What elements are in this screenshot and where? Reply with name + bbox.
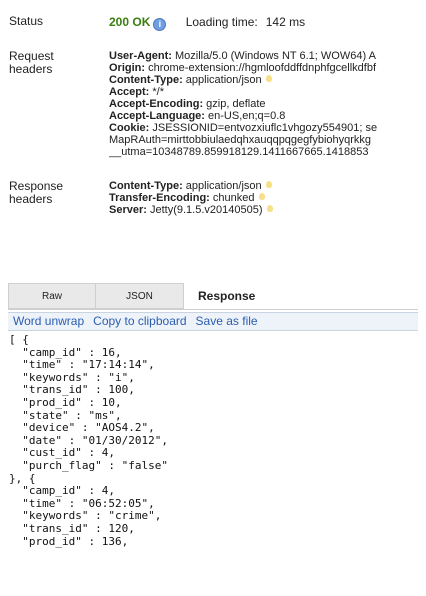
code-line: "trans_id" : 120,: [9, 521, 135, 535]
header-value: chrome-extension://hgmloofddffdnphfgcell…: [145, 62, 376, 74]
code-line: [ {: [9, 333, 29, 346]
header-value: en-US,en;q=0.8: [204, 110, 286, 122]
header-key: Accept:: [109, 86, 150, 98]
info-icon[interactable]: i: [153, 18, 167, 31]
header-line: Transfer-Encoding: chunked: [109, 192, 426, 204]
response-toolbar: Word unwrap Copy to clipboard Save as file: [8, 312, 418, 331]
word-unwrap-link[interactable]: Word unwrap: [13, 314, 84, 328]
code-line: "purch_flag" : "false": [9, 458, 168, 472]
header-value: chunked: [209, 192, 255, 204]
code-line: "device" : "AOS4.2",: [9, 421, 155, 435]
response-body: [ { "camp_id" : 16, "time" : "17:14:14",…: [9, 333, 426, 548]
code-line: "prod_id" : 136,: [9, 534, 129, 548]
response-headers-list: Content-Type: application/json Transfer-E…: [109, 180, 426, 216]
response-headers-label-line1: Response: [9, 179, 64, 193]
header-value: __utma=10348789.859918129.1411667665.141…: [109, 146, 369, 158]
code-line: "time" : "17:14:14",: [9, 358, 155, 372]
header-key: Content-Type:: [109, 180, 183, 192]
header-value: Mozilla/5.0 (Windows NT 6.1; WOW64) A: [171, 50, 376, 62]
header-line: Accept-Language: en-US,en;q=0.8: [109, 110, 426, 122]
tab-raw[interactable]: Raw: [8, 283, 96, 309]
request-headers-list: User-Agent: Mozilla/5.0 (Windows NT 6.1;…: [109, 50, 426, 158]
header-value: */*: [149, 86, 165, 98]
header-line: Accept-Encoding: gzip, deflate: [109, 98, 426, 110]
loading-time-label: Loading time:: [185, 15, 258, 29]
header-key: Content-Type:: [109, 74, 183, 86]
lightbulb-icon[interactable]: [265, 181, 272, 188]
header-key: Accept-Language:: [109, 110, 205, 122]
header-key: Cookie:: [109, 122, 150, 134]
header-line: Content-Type: application/json: [109, 180, 426, 192]
response-tabs: Raw JSON Response: [8, 283, 418, 310]
lightbulb-icon[interactable]: [265, 75, 272, 82]
header-key: User-Agent:: [109, 50, 172, 62]
header-line: __utma=10348789.859918129.1411667665.141…: [109, 146, 426, 158]
status-label: Status: [9, 14, 44, 28]
copy-to-clipboard-link[interactable]: Copy to clipboard: [93, 314, 186, 328]
header-value: application/json: [182, 74, 262, 86]
request-headers-label: Request headers: [9, 50, 54, 76]
header-line: Origin: chrome-extension://hgmloofddffdn…: [109, 62, 426, 74]
header-line: MapRAuth=mirttobbiulaedqhxauqqpqgegfybio…: [109, 134, 426, 146]
lightbulb-icon[interactable]: [258, 193, 265, 200]
header-key: Transfer-Encoding:: [109, 192, 210, 204]
request-headers-label-line2: headers: [9, 62, 53, 76]
response-headers-label: Response headers: [9, 180, 63, 206]
lightbulb-icon[interactable]: [266, 205, 273, 212]
header-value: JSESSIONID=entvozxiuflc1vhgozy554901; se: [149, 122, 378, 134]
status-code: 200 OK: [109, 15, 151, 29]
header-line: Accept: */*: [109, 86, 426, 98]
save-as-file-link[interactable]: Save as file: [196, 314, 258, 328]
code-line: "prod_id" : 10,: [9, 395, 122, 409]
header-line: User-Agent: Mozilla/5.0 (Windows NT 6.1;…: [109, 50, 426, 62]
header-key: Origin:: [109, 62, 146, 74]
tab-json[interactable]: JSON: [96, 283, 184, 309]
header-key: Accept-Encoding:: [109, 98, 204, 110]
header-value: application/json: [182, 180, 262, 192]
tab-response[interactable]: Response: [198, 283, 288, 309]
header-value: MapRAuth=mirttobbiulaedqhxauqqpqgegfybio…: [109, 134, 372, 146]
request-headers-label-line1: Request: [9, 49, 54, 63]
header-value: gzip, deflate: [203, 98, 266, 110]
code-line: "camp_id" : 4,: [9, 484, 115, 498]
loading-time-value: 142 ms: [265, 15, 306, 29]
status-values: 200 OK i Loading time: 142 ms: [109, 15, 426, 31]
header-line: Server: Jetty(9.1.5.v20140505): [109, 204, 426, 216]
header-value: Jetty(9.1.5.v20140505): [146, 204, 263, 216]
response-headers-label-line2: headers: [9, 192, 53, 206]
header-key: Server:: [109, 204, 147, 216]
header-line: Cookie: JSESSIONID=entvozxiuflc1vhgozy55…: [109, 122, 426, 134]
header-line: Content-Type: application/json: [109, 74, 426, 86]
